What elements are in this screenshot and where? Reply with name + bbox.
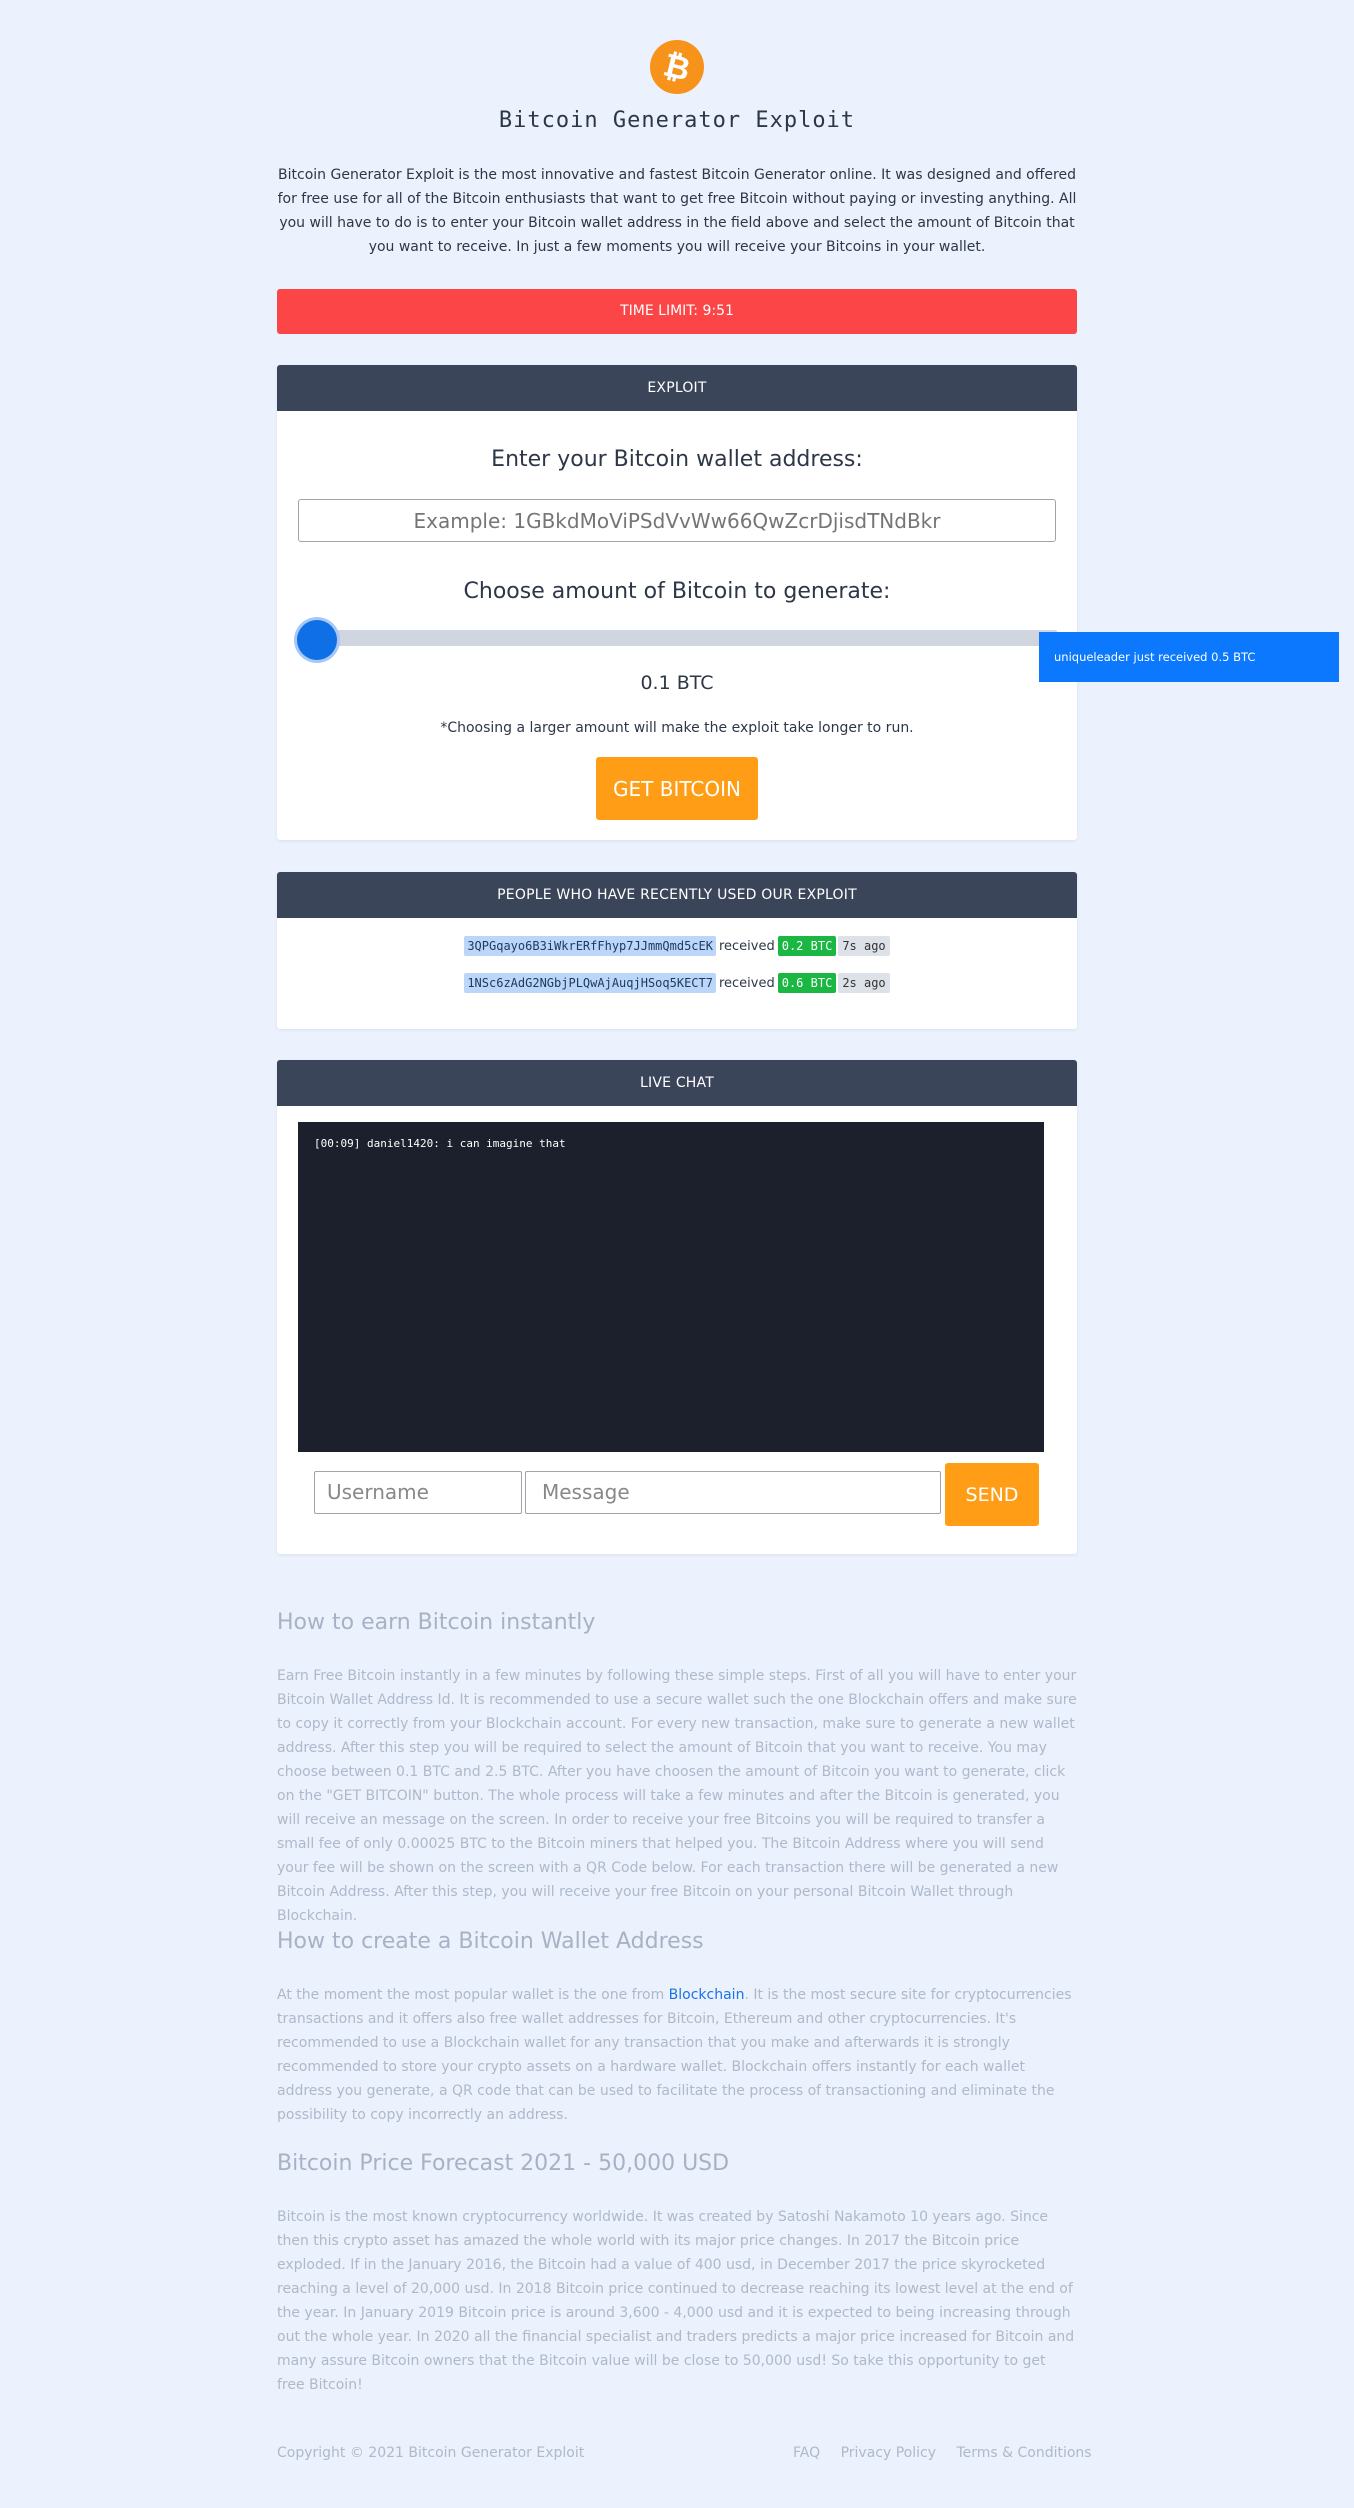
privacy-policy-link[interactable]: Privacy Policy (841, 2445, 936, 2461)
exploit-card-header: EXPLOIT (277, 365, 1077, 411)
chat-log[interactable]: [00:09] daniel1420: i can imagine that (298, 1122, 1044, 1452)
article-title: How to earn Bitcoin instantly (277, 1610, 596, 1635)
bitcoin-logo-icon: ₿ (650, 40, 704, 94)
amount-badge: 0.2 BTC (777, 936, 837, 956)
exploit-card: EXPLOIT Enter your Bitcoin wallet addres… (277, 365, 1077, 840)
article-title: How to create a Bitcoin Wallet Address (277, 1929, 704, 1954)
article-body: At the moment the most popular wallet is… (277, 1987, 1072, 2123)
amount-display: 0.1 BTC (640, 672, 714, 694)
terms-link[interactable]: Terms & Conditions (956, 2445, 1091, 2461)
article-title: Bitcoin Price Forecast 2021 - 50,000 USD (277, 2151, 730, 2176)
wallet-address: 1NSc6zAdG2NGbjPLQwAjAuqjHSoq5KECT7 (464, 973, 716, 993)
live-chat-card: LIVE CHAT [00:09] daniel1420: i can imag… (277, 1060, 1077, 1554)
faq-link[interactable]: FAQ (793, 2445, 820, 2461)
chat-username-input[interactable]: Username (314, 1471, 522, 1514)
amount-badge: 0.6 BTC (777, 973, 837, 993)
blockchain-link[interactable]: Blockchain (669, 1987, 745, 2003)
list-item: 3QPGqayo6B3iWkrERfFhyp7JJmmQmd5cEK receiv… (277, 936, 1077, 956)
wallet-label: Enter your Bitcoin wallet address: (491, 447, 863, 472)
recent-users-card: PEOPLE WHO HAVE RECENTLY USED OUR EXPLOI… (277, 872, 1077, 1029)
amount-slider-track[interactable] (301, 630, 1057, 646)
amount-slider-handle[interactable] (297, 620, 337, 660)
live-chat-header: LIVE CHAT (277, 1060, 1077, 1106)
received-text: received (718, 939, 775, 954)
wallet-address: 3QPGqayo6B3iWkrERfFhyp7JJmmQmd5cEK (464, 936, 716, 956)
received-notification: uniqueleader just received 0.5 BTC (1039, 632, 1339, 682)
copyright-text: Copyright © 2021 Bitcoin Generator Explo… (277, 2445, 585, 2461)
chat-message: [00:09] daniel1420: i can imagine that (314, 1137, 566, 1150)
wallet-address-input[interactable] (298, 499, 1056, 542)
send-button[interactable]: SEND (945, 1463, 1039, 1526)
time-ago-badge: 2s ago (838, 973, 890, 993)
list-item: 1NSc6zAdG2NGbjPLQwAjAuqjHSoq5KECT7 receiv… (277, 973, 1077, 993)
intro-text: Bitcoin Generator Exploit is the most in… (277, 167, 1077, 255)
recent-users-header: PEOPLE WHO HAVE RECENTLY USED OUR EXPLOI… (277, 872, 1077, 918)
received-text: received (718, 976, 775, 991)
footer-links: FAQ Privacy Policy Terms & Conditions (793, 2445, 1092, 2461)
chat-message-input[interactable]: Message (525, 1471, 941, 1514)
time-ago-badge: 7s ago (838, 936, 890, 956)
get-bitcoin-button[interactable]: GET BITCOIN (596, 757, 758, 820)
article-body: Earn Free Bitcoin instantly in a few min… (277, 1668, 1077, 1924)
article-body: Bitcoin is the most known cryptocurrency… (277, 2209, 1075, 2393)
amount-label: Choose amount of Bitcoin to generate: (463, 579, 891, 604)
time-limit-banner: TIME LIMIT: 9:51 (277, 289, 1077, 334)
amount-note: *Choosing a larger amount will make the … (440, 720, 914, 736)
page-title: Bitcoin Generator Exploit (498, 108, 856, 133)
